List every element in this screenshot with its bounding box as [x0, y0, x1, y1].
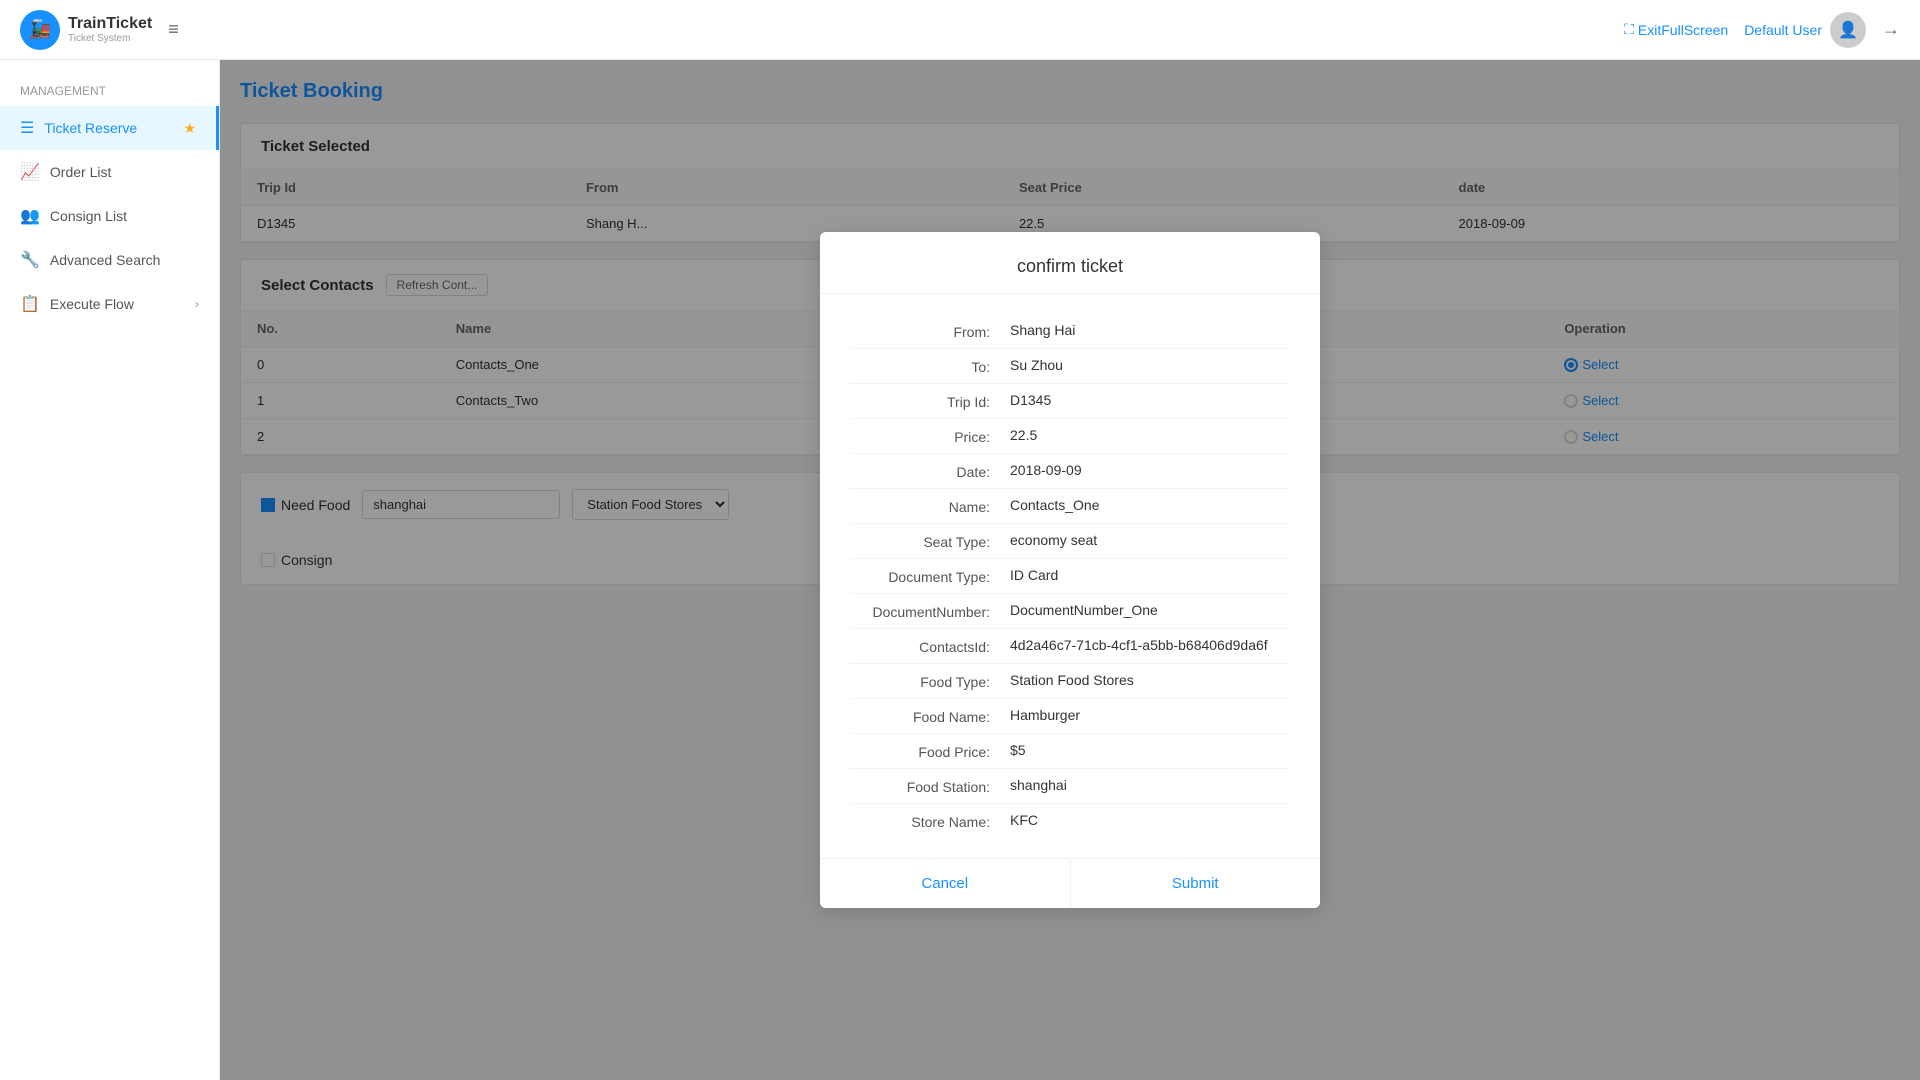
sidebar-item-execute-flow[interactable]: 📋 Execute Flow › — [0, 282, 219, 326]
modal-label-to: To: — [850, 357, 1010, 375]
header-left: 🚂 TrainTicket Ticket System ≡ — [20, 10, 179, 50]
modal-overlay: confirm ticket From: Shang Hai To: Su Zh… — [220, 60, 1920, 1080]
modal-value-food-name: Hamburger — [1010, 707, 1290, 723]
modal-row-food-type: Food Type: Station Food Stores — [850, 664, 1290, 699]
modal-label-food-type: Food Type: — [850, 672, 1010, 690]
modal-label-store-name: Store Name: — [850, 812, 1010, 830]
modal-row-food-price: Food Price: $5 — [850, 734, 1290, 769]
modal-label-food-price: Food Price: — [850, 742, 1010, 760]
logo-icon: 🚂 — [20, 10, 60, 50]
sidebar-section-title: Management — [0, 76, 219, 106]
sidebar: Management ☰ Ticket Reserve ★ 📈 Order Li… — [0, 60, 220, 1080]
modal-label-trip-id: Trip Id: — [850, 392, 1010, 410]
modal-value-food-type: Station Food Stores — [1010, 672, 1290, 688]
main-content: Ticket Booking Ticket Selected Trip Id F… — [220, 60, 1920, 1080]
modal-row-doc-number: DocumentNumber: DocumentNumber_One — [850, 594, 1290, 629]
header: 🚂 TrainTicket Ticket System ≡ ⛶ ExitFull… — [0, 0, 1920, 60]
order-list-icon: 📈 — [20, 162, 40, 182]
modal-row-seat-type: Seat Type: economy seat — [850, 524, 1290, 559]
modal-row-contacts-id: ContactsId: 4d2a46c7-71cb-4cf1-a5bb-b684… — [850, 629, 1290, 664]
chevron-right-icon: › — [195, 297, 199, 311]
modal-value-doc-type: ID Card — [1010, 567, 1290, 583]
train-icon: 🚂 — [29, 19, 51, 40]
modal-row-food-name: Food Name: Hamburger — [850, 699, 1290, 734]
menu-icon[interactable]: ≡ — [168, 19, 179, 40]
exit-fullscreen-label: ExitFullScreen — [1638, 22, 1728, 38]
confirm-ticket-modal: confirm ticket From: Shang Hai To: Su Zh… — [820, 232, 1320, 908]
layout: Management ☰ Ticket Reserve ★ 📈 Order Li… — [0, 60, 1920, 1080]
modal-value-to: Su Zhou — [1010, 357, 1290, 373]
modal-label-food-name: Food Name: — [850, 707, 1010, 725]
consign-list-icon: 👥 — [20, 206, 40, 226]
modal-value-food-station: shanghai — [1010, 777, 1290, 793]
modal-value-price: 22.5 — [1010, 427, 1290, 443]
modal-label-from: From: — [850, 322, 1010, 340]
modal-row-date: Date: 2018-09-09 — [850, 454, 1290, 489]
fullscreen-icon: ⛶ — [1624, 21, 1634, 38]
modal-label-price: Price: — [850, 427, 1010, 445]
logo-text: TrainTicket Ticket System — [68, 15, 152, 44]
logout-icon[interactable]: → — [1882, 19, 1900, 40]
modal-value-food-price: $5 — [1010, 742, 1290, 758]
header-right: ⛶ ExitFullScreen Default User 👤 → — [1624, 12, 1900, 48]
sidebar-item-label: Execute Flow — [50, 296, 134, 312]
logo: 🚂 TrainTicket Ticket System — [20, 10, 152, 50]
avatar: 👤 — [1830, 12, 1866, 48]
sidebar-item-order-list[interactable]: 📈 Order List — [0, 150, 219, 194]
submit-button[interactable]: Submit — [1071, 859, 1321, 908]
user-name: Default User — [1744, 22, 1822, 38]
modal-label-food-station: Food Station: — [850, 777, 1010, 795]
sidebar-item-label: Consign List — [50, 208, 127, 224]
modal-value-store-name: KFC — [1010, 812, 1290, 828]
modal-value-contacts-id: 4d2a46c7-71cb-4cf1-a5bb-b68406d9da6f — [1010, 637, 1290, 653]
execute-flow-icon: 📋 — [20, 294, 40, 314]
modal-value-seat-type: economy seat — [1010, 532, 1290, 548]
star-icon: ★ — [183, 120, 196, 137]
modal-title: confirm ticket — [820, 232, 1320, 294]
modal-label-doc-type: Document Type: — [850, 567, 1010, 585]
modal-footer: Cancel Submit — [820, 858, 1320, 908]
modal-value-from: Shang Hai — [1010, 322, 1290, 338]
modal-row-food-station: Food Station: shanghai — [850, 769, 1290, 804]
modal-value-date: 2018-09-09 — [1010, 462, 1290, 478]
sidebar-item-label: Advanced Search — [50, 252, 161, 268]
modal-label-name: Name: — [850, 497, 1010, 515]
modal-value-doc-number: DocumentNumber_One — [1010, 602, 1290, 618]
modal-row-store-name: Store Name: KFC — [850, 804, 1290, 838]
modal-row-from: From: Shang Hai — [850, 314, 1290, 349]
sidebar-item-advanced-search[interactable]: 🔧 Advanced Search — [0, 238, 219, 282]
modal-value-name: Contacts_One — [1010, 497, 1290, 513]
modal-label-date: Date: — [850, 462, 1010, 480]
modal-row-to: To: Su Zhou — [850, 349, 1290, 384]
modal-label-contacts-id: ContactsId: — [850, 637, 1010, 655]
modal-row-price: Price: 22.5 — [850, 419, 1290, 454]
logo-subtitle: Ticket System — [68, 33, 152, 44]
exit-fullscreen-button[interactable]: ⛶ ExitFullScreen — [1624, 21, 1728, 38]
logo-title: TrainTicket — [68, 15, 152, 33]
modal-row-doc-type: Document Type: ID Card — [850, 559, 1290, 594]
user-info[interactable]: Default User 👤 — [1744, 12, 1866, 48]
modal-row-name: Name: Contacts_One — [850, 489, 1290, 524]
sidebar-item-label: Order List — [50, 164, 111, 180]
ticket-reserve-icon: ☰ — [20, 118, 34, 138]
cancel-button[interactable]: Cancel — [820, 859, 1071, 908]
sidebar-item-label: Ticket Reserve — [44, 120, 137, 136]
sidebar-item-ticket-reserve[interactable]: ☰ Ticket Reserve ★ — [0, 106, 219, 150]
modal-label-seat-type: Seat Type: — [850, 532, 1010, 550]
sidebar-item-consign-list[interactable]: 👥 Consign List — [0, 194, 219, 238]
modal-body: From: Shang Hai To: Su Zhou Trip Id: D13… — [820, 294, 1320, 858]
advanced-search-icon: 🔧 — [20, 250, 40, 270]
modal-label-doc-number: DocumentNumber: — [850, 602, 1010, 620]
modal-row-trip-id: Trip Id: D1345 — [850, 384, 1290, 419]
modal-value-trip-id: D1345 — [1010, 392, 1290, 408]
